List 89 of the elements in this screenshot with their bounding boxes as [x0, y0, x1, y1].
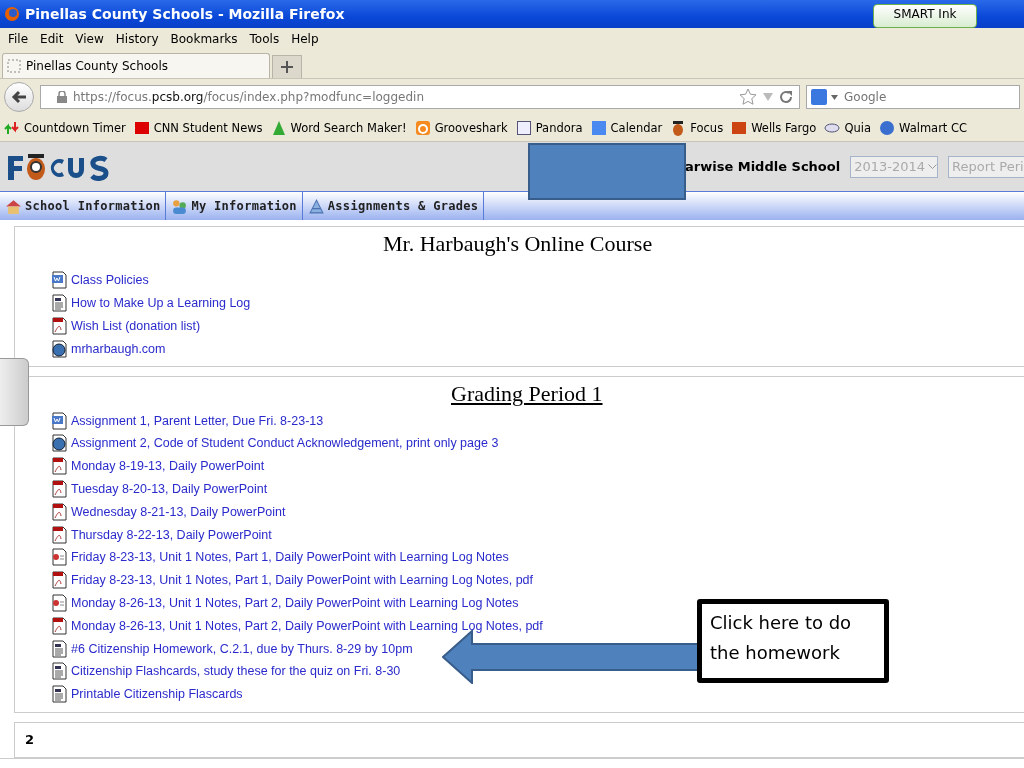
pdf-icon [51, 571, 68, 590]
news-logo-icon [133, 120, 150, 136]
assignment-link[interactable]: Monday 8-19-13, Daily PowerPoint [71, 459, 265, 474]
assignment-link[interactable]: Citizenship Flashcards, study these for the quiz on Fri. 8-30 [71, 664, 401, 679]
document-icon [51, 685, 68, 704]
word-document-icon [51, 411, 68, 430]
search-field[interactable]: Google [806, 85, 1020, 109]
bookmark-link[interactable]: Focus [670, 120, 724, 136]
word-document-icon [51, 271, 68, 290]
bookmark-link[interactable]: Wells Fargo [731, 120, 817, 136]
round-emblem-icon [879, 120, 895, 136]
pdf-icon [51, 317, 68, 335]
bookmark-link[interactable]: Calendar [590, 120, 663, 136]
people-icon [171, 197, 189, 215]
lock-icon [57, 91, 67, 103]
assignment-link[interactable]: Friday 8-23-13, Unit 1 Notes, Part 1, Daily PowerPoint with Learning Log Notes [71, 550, 509, 565]
url-text: https://focus.pcsb.org/focus/index.php?modfunc=loggedin [73, 90, 425, 104]
square-icon [515, 120, 532, 136]
menu-item[interactable]: Edit [34, 32, 70, 46]
side-panel-handle[interactable] [0, 358, 29, 426]
bookmark-link[interactable]: Walmart CC [879, 120, 968, 136]
assignment-link[interactable]: Wednesday 8-21-13, Daily PowerPoint [71, 504, 286, 519]
back-arrow-icon [11, 90, 27, 104]
menu-item[interactable]: View [69, 32, 110, 46]
globe-icon [51, 434, 68, 453]
smart-ink-toolbar[interactable]: SMART Ink [873, 4, 977, 28]
resource-link[interactable]: mrharbaugh.com [71, 341, 166, 356]
caret-icon [928, 164, 938, 169]
house-icon [5, 197, 22, 215]
assignment-link[interactable]: #6 Citizenship Homework, C.2.1, due by Thurs. 8-29 by 10pm [71, 641, 413, 656]
search-engine-icon [811, 89, 827, 105]
assignment-link[interactable]: Assignment 2, Code of Student Conduct Acknowledgement, print only page 3 [71, 436, 499, 451]
pdf-icon [51, 616, 68, 635]
browser-tab[interactable]: Pinellas County Schools [2, 53, 270, 78]
callout-text: Click here to do the homework [697, 599, 889, 683]
browser-logo-icon [4, 6, 20, 22]
window-title: Pinellas County Schools - Mozilla Firefox [25, 6, 345, 22]
star-icon[interactable] [739, 88, 757, 106]
bookmark-link[interactable]: Word Search Maker! [270, 120, 407, 136]
caret-icon [831, 94, 838, 100]
bookmark-link[interactable]: Pandora [515, 120, 583, 136]
oval-icon [824, 120, 841, 136]
back-button[interactable] [4, 82, 34, 112]
arrows-icon [4, 120, 20, 136]
resource-link[interactable]: Class Policies [71, 273, 149, 288]
assignment-link[interactable]: Monday 8-26-13, Unit 1 Notes, Part 2, Daily PowerPoint with Learning Log Notes [71, 595, 519, 610]
menu-item[interactable]: History [109, 32, 165, 46]
grading-period-title: Grading Period 1 [451, 381, 603, 408]
bookmark-link[interactable]: Grooveshark [414, 120, 508, 136]
menu-item[interactable]: Tools [243, 32, 286, 46]
page-number: 2 [25, 732, 35, 748]
tab-title: Pinellas County Schools [26, 59, 169, 73]
pdf-icon [51, 502, 68, 521]
bookmark-link[interactable]: Countdown Timer [4, 120, 126, 136]
address-field[interactable]: https://focus.pcsb.org/focus/index.php?modfunc=loggedin [40, 85, 800, 109]
nav-tab[interactable]: School Information [0, 192, 167, 220]
menu-item[interactable]: File [2, 32, 35, 46]
plus-icon [281, 61, 293, 73]
triangle-icon [270, 120, 287, 136]
course-title: Mr. Harbaugh's Online Course [383, 231, 653, 257]
nav-tab[interactable]: Assignments & Grades [302, 192, 485, 220]
document-icon [51, 294, 68, 313]
pdf-icon [51, 457, 68, 476]
bookmark-link[interactable]: CNN Student News [133, 120, 263, 136]
calendar-icon [590, 120, 607, 136]
assignment-link[interactable]: Assignment 1, Parent Letter, Due Fri. 8-23-13 [71, 413, 324, 428]
pdf-icon [51, 525, 68, 544]
music-logo-icon [414, 120, 431, 136]
document-icon [51, 639, 68, 658]
slides-icon [51, 548, 68, 567]
resource-link[interactable]: How to Make Up a Learning Log [71, 296, 251, 311]
assignment-link[interactable]: Thursday 8-22-13, Daily PowerPoint [71, 527, 272, 542]
resource-link[interactable]: Wish List (donation list) [71, 319, 201, 333]
menu-item[interactable]: Bookmarks [164, 32, 244, 46]
new-tab-button[interactable] [272, 55, 302, 78]
bookmark-link[interactable]: Quia [824, 120, 871, 136]
page-icon [7, 59, 21, 73]
document-icon [51, 662, 68, 681]
slides-icon [51, 593, 68, 612]
reload-icon[interactable] [779, 90, 793, 104]
nav-tab[interactable]: My Information [166, 192, 303, 220]
globe-icon [51, 339, 68, 358]
school-name: arwise Middle School [685, 159, 841, 174]
pdf-icon [51, 479, 68, 498]
assignment-link[interactable]: Printable Citizenship Flascards [71, 687, 243, 702]
assignment-link[interactable]: Monday 8-26-13, Unit 1 Notes, Part 2, Daily PowerPoint with Learning Log Notes, pdf [71, 618, 543, 633]
assignment-link[interactable]: Friday 8-23-13, Unit 1 Notes, Part 1, Daily PowerPoint with Learning Log Notes, pdf [71, 573, 534, 588]
menu-item[interactable]: Help [285, 32, 325, 46]
assignment-link[interactable]: Tuesday 8-20-13, Daily PowerPoint [71, 481, 268, 496]
